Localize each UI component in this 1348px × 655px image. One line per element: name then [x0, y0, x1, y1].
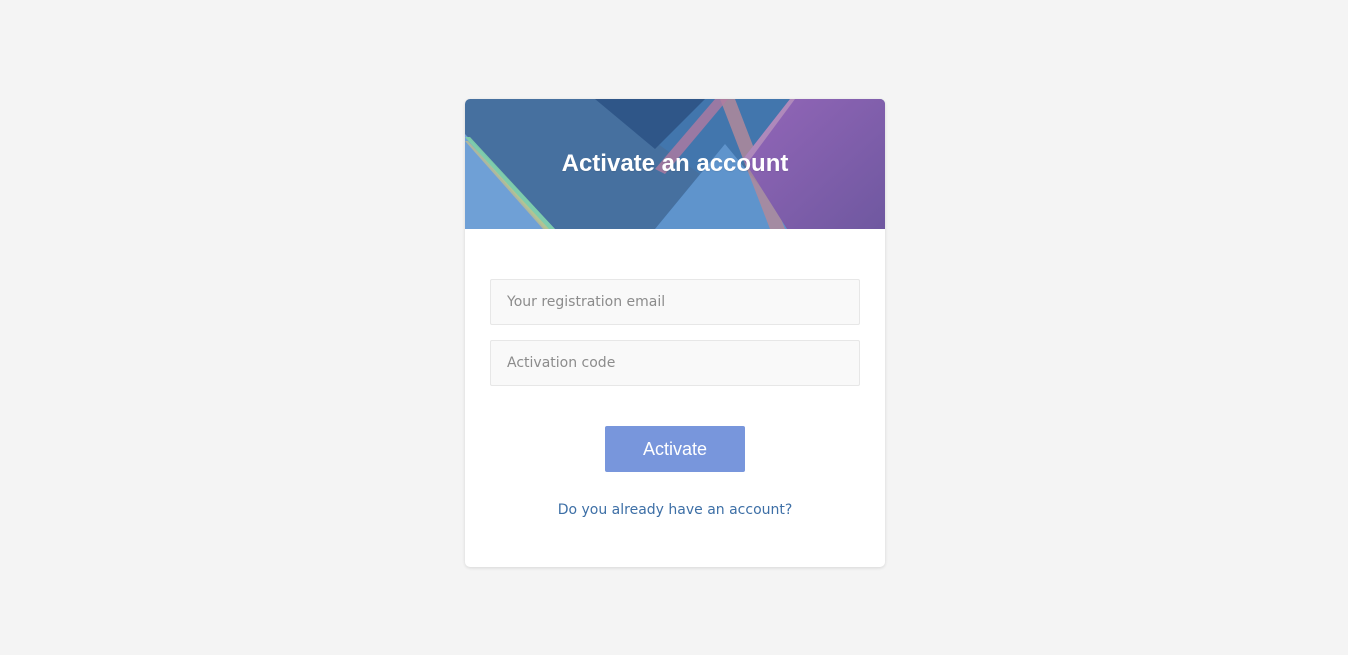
activation-card: Activate an account Activate Do you alre… — [465, 99, 885, 567]
header-banner: Activate an account — [465, 99, 885, 229]
activation-code-input[interactable] — [490, 340, 860, 386]
activate-button[interactable]: Activate — [605, 426, 745, 472]
registration-email-input[interactable] — [490, 279, 860, 325]
existing-account-link[interactable]: Do you already have an account? — [465, 502, 885, 518]
page-title: Activate an account — [561, 150, 789, 177]
